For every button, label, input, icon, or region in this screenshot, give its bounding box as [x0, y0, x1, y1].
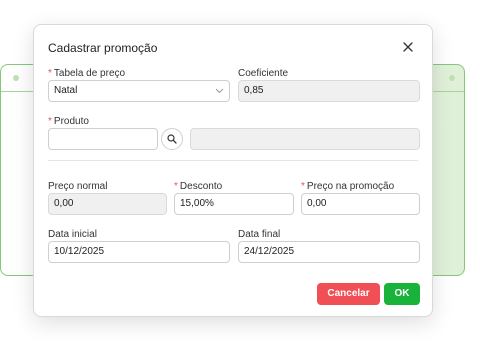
coefficient-value: 0,85 — [244, 85, 264, 96]
start-date-label: Data inicial — [48, 229, 97, 240]
cancel-button[interactable]: Cancelar — [317, 283, 380, 305]
start-date-input[interactable]: 10/12/2025 — [48, 241, 230, 263]
required-mark: * — [48, 68, 52, 79]
product-search-button[interactable] — [161, 128, 183, 150]
price-table-label-text: Tabela de preço — [53, 68, 126, 79]
dialog-title: Cadastrar promoção — [48, 41, 158, 55]
product-code-input[interactable] — [48, 128, 158, 150]
window-dot-icon — [449, 75, 455, 81]
window-dot-icon — [13, 75, 19, 81]
ok-button[interactable]: OK — [384, 283, 420, 305]
product-description-field — [190, 128, 420, 150]
search-icon — [167, 134, 177, 144]
section-divider — [48, 160, 418, 161]
product-label: * Produto — [48, 116, 89, 127]
end-date-label: Data final — [238, 229, 281, 240]
required-mark: * — [174, 181, 178, 192]
close-icon — [403, 42, 413, 52]
promo-price-value: 0,00 — [307, 198, 327, 209]
chevron-down-icon — [215, 88, 224, 94]
product-label-text: Produto — [53, 116, 89, 127]
promo-price-label: * Preço na promoção — [301, 181, 394, 192]
promotion-dialog: Cadastrar promoção * Tabela de preço Nata… — [33, 24, 433, 317]
required-mark: * — [301, 181, 305, 192]
discount-input[interactable]: 15,00% — [174, 193, 294, 215]
discount-label-text: Desconto — [179, 181, 223, 192]
promo-price-input[interactable]: 0,00 — [301, 193, 420, 215]
normal-price-field: 0,00 — [48, 193, 167, 215]
discount-value: 15,00% — [180, 198, 214, 209]
coefficient-field: 0,85 — [238, 80, 420, 102]
price-table-label: * Tabela de preço — [48, 68, 125, 79]
close-button[interactable] — [401, 40, 415, 54]
price-table-value: Natal — [54, 85, 78, 96]
price-table-select[interactable]: Natal — [48, 80, 230, 102]
end-date-value: 24/12/2025 — [244, 246, 295, 257]
coefficient-label: Coeficiente — [238, 68, 289, 79]
promo-price-label-text: Preço na promoção — [306, 181, 395, 192]
end-date-input[interactable]: 24/12/2025 — [238, 241, 420, 263]
required-mark: * — [48, 116, 52, 127]
discount-label: * Desconto — [174, 181, 222, 192]
normal-price-value: 0,00 — [54, 198, 74, 209]
start-date-value: 10/12/2025 — [54, 246, 105, 257]
normal-price-label: Preço normal — [48, 181, 108, 192]
